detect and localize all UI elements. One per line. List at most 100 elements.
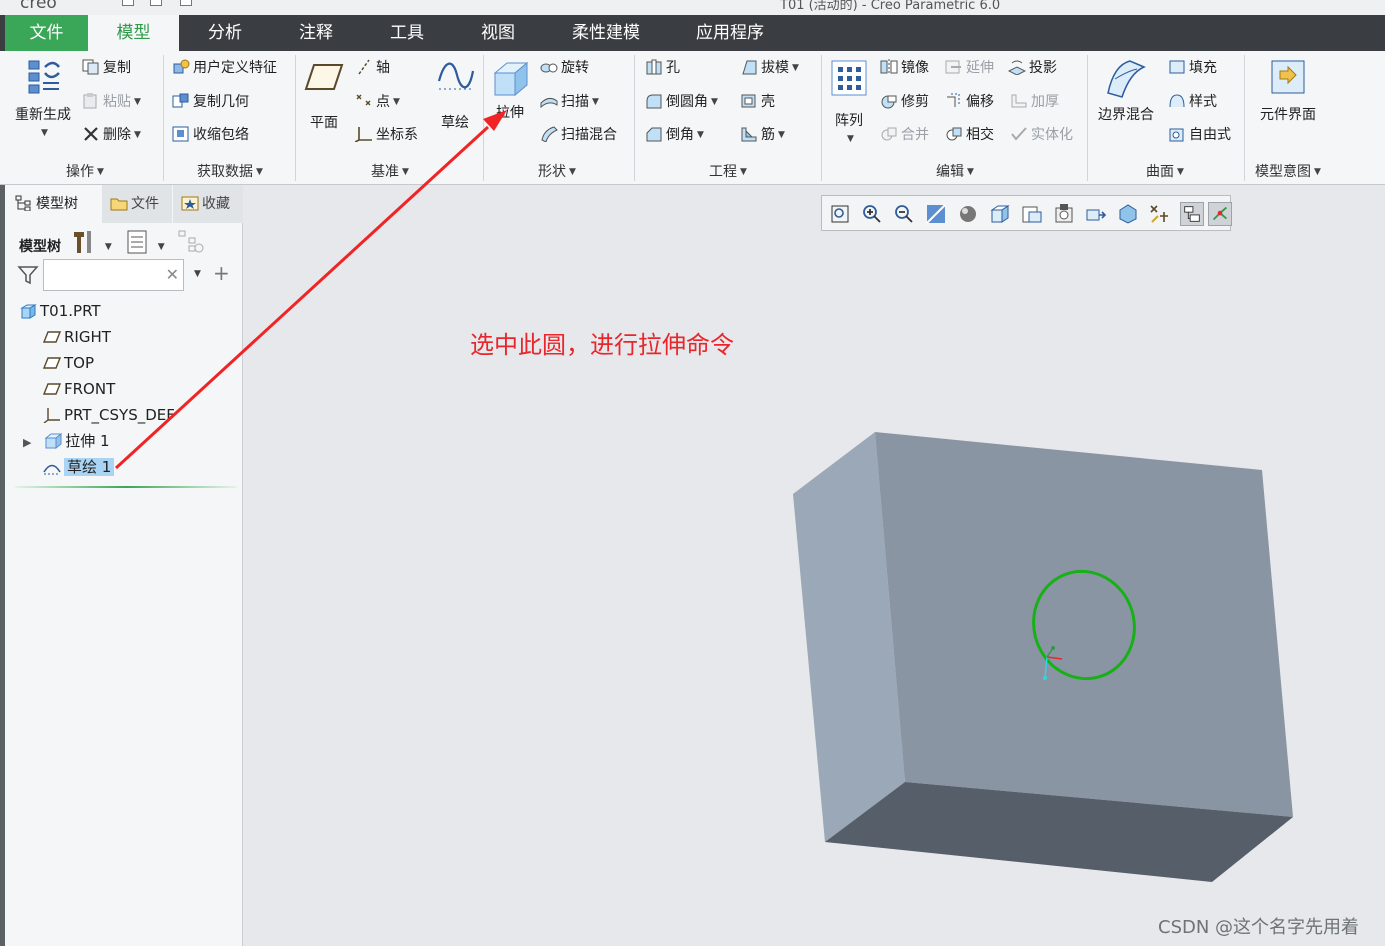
paste-button[interactable]: 粘贴 ▼ <box>82 93 141 111</box>
settings-tools-icon[interactable] <box>71 229 97 255</box>
group-operations[interactable]: 操作 ▼ <box>40 161 130 181</box>
revolve-button[interactable]: 旋转 <box>540 59 589 77</box>
clear-search-icon[interactable]: ✕ <box>166 265 179 284</box>
tab-tools[interactable]: 工具 <box>372 15 442 51</box>
rib-button[interactable]: 筋 ▼ <box>740 126 785 144</box>
tree-filter-icon[interactable] <box>177 229 205 255</box>
pattern-button[interactable]: 阵列 ▼ <box>828 59 870 148</box>
shrinkwrap-label: 收缩包络 <box>193 127 249 143</box>
revolve-icon <box>540 63 558 73</box>
sweep-button[interactable]: 扫描 ▼ <box>540 93 599 111</box>
fill-button[interactable]: 填充 <box>1168 59 1217 77</box>
new-file-icon[interactable] <box>122 0 134 6</box>
group-model-intent[interactable]: 模型意图 ▼ <box>1246 161 1330 181</box>
round-icon <box>646 94 662 109</box>
regenerate-dropdown-icon[interactable]: ▼ <box>13 124 76 142</box>
pattern-dropdown-icon[interactable]: ▼ <box>831 130 870 148</box>
trim-icon <box>881 95 897 109</box>
tab-annotate[interactable]: 注释 <box>281 15 351 51</box>
solidify-label: 实体化 <box>1031 127 1073 143</box>
boundary-blend-button[interactable]: 边界混合 <box>1093 57 1159 124</box>
tree-item-part[interactable]: T01.PRT <box>19 300 101 322</box>
regenerate-button[interactable]: 重新生成 ▼ <box>10 57 76 142</box>
tab-model[interactable]: 模型 <box>88 15 179 51</box>
tree-item-top-plane[interactable]: TOP <box>43 352 94 374</box>
group-get-data[interactable]: 获取数据 ▼ <box>180 161 280 181</box>
shell-button[interactable]: 壳 <box>740 93 775 111</box>
add-filter-icon[interactable]: + <box>213 261 230 285</box>
csys-button[interactable]: 坐标系 <box>355 126 418 144</box>
group-editing[interactable]: 编辑 ▼ <box>910 161 1000 181</box>
shrinkwrap-button[interactable]: 收缩包络 <box>172 126 249 144</box>
show-dropdown-icon[interactable]: ▼ <box>158 242 165 252</box>
tree-item-sketch[interactable]: 草绘 1 <box>43 456 115 478</box>
extend-icon <box>945 60 961 74</box>
point-button[interactable]: 点 ▼ <box>355 93 400 111</box>
shell-label: 壳 <box>761 94 775 110</box>
tab-view[interactable]: 视图 <box>463 15 533 51</box>
mirror-button[interactable]: 镜像 <box>880 59 929 77</box>
project-button[interactable]: 投影 <box>1008 59 1057 77</box>
tab-favorites[interactable]: 收藏 <box>173 185 243 223</box>
tree-item-csys[interactable]: PRT_CSYS_DEF <box>43 404 175 426</box>
tab-analysis[interactable]: 分析 <box>190 15 260 51</box>
group-engineering[interactable]: 工程 ▼ <box>683 161 773 181</box>
model-tree-search-box[interactable]: ✕ <box>43 259 184 291</box>
settings-dropdown-icon[interactable]: ▼ <box>105 242 112 252</box>
intersect-icon <box>946 127 962 141</box>
tab-file[interactable]: 文件 <box>5 15 88 51</box>
group-datum[interactable]: 基准 ▼ <box>345 161 435 181</box>
intersect-button[interactable]: 相交 <box>945 126 994 144</box>
udf-label: 用户定义特征 <box>193 60 277 76</box>
tab-applications[interactable]: 应用程序 <box>684 15 776 51</box>
group-surfaces[interactable]: 曲面 ▼ <box>1120 161 1210 181</box>
udf-button[interactable]: 用户定义特征 <box>172 59 277 77</box>
expand-arrow-icon[interactable]: ▶ <box>23 436 31 449</box>
copy-button[interactable]: 复制 <box>82 59 131 77</box>
plane-button[interactable]: 平面 <box>302 59 346 132</box>
tab-model-tree[interactable]: 模型树 <box>5 185 101 223</box>
trim-button[interactable]: 修剪 <box>880 93 929 111</box>
thicken-button[interactable]: 加厚 <box>1010 93 1059 111</box>
draft-button[interactable]: 拔模 ▼ <box>740 59 799 77</box>
round-button[interactable]: 倒圆角 ▼ <box>645 93 718 111</box>
extend-button[interactable]: 延伸 <box>945 59 994 77</box>
tree-item-right-plane[interactable]: RIGHT <box>43 326 111 348</box>
extrude-button[interactable]: 拉伸 <box>488 57 532 122</box>
chamfer-button[interactable]: 倒角 ▼ <box>645 126 704 144</box>
sketch-button[interactable]: 草绘 <box>432 59 478 132</box>
chamfer-label: 倒角 <box>666 127 694 143</box>
model-tree-title: 模型树 <box>19 239 61 255</box>
app-window: creo T01 (活动的) - Creo Parametric 6.0 文件 … <box>0 0 1385 946</box>
tab-flexible-modeling[interactable]: 柔性建模 <box>560 15 652 51</box>
csys-icon <box>43 408 60 423</box>
hole-button[interactable]: 孔 <box>645 59 680 77</box>
save-icon[interactable] <box>180 0 192 6</box>
axis-button[interactable]: 轴 <box>355 59 390 77</box>
ribbon-separator <box>1244 55 1245 181</box>
delete-button[interactable]: 删除 ▼ <box>82 126 141 144</box>
solidify-button[interactable]: 实体化 <box>1010 126 1073 144</box>
offset-button[interactable]: 偏移 <box>945 93 994 111</box>
search-options-dropdown-icon[interactable]: ▼ <box>194 269 201 279</box>
component-interface-button[interactable]: 元件界面 <box>1252 57 1324 124</box>
box-front-face[interactable] <box>875 432 1293 817</box>
tab-folder-browser[interactable]: 文件 <box>102 185 172 223</box>
trim-label: 修剪 <box>901 94 929 110</box>
copy-geometry-button[interactable]: 复制几何 <box>172 93 249 111</box>
sketch-icon <box>437 62 475 90</box>
merge-button[interactable]: 合并 <box>880 126 929 144</box>
show-list-icon[interactable] <box>126 229 150 255</box>
swept-blend-button[interactable]: 扫描混合 <box>540 126 617 144</box>
model-tree-search-input[interactable] <box>44 260 164 290</box>
freestyle-button[interactable]: 自由式 <box>1168 126 1231 144</box>
boundary-blend-icon <box>1107 60 1146 98</box>
style-button[interactable]: 样式 <box>1168 93 1217 111</box>
group-shapes[interactable]: 形状 ▼ <box>512 161 602 181</box>
tree-item-front-plane[interactable]: FRONT <box>43 378 115 400</box>
filter-funnel-icon[interactable] <box>17 264 39 286</box>
tree-item-extrude[interactable]: ▶ 拉伸 1 <box>23 430 110 452</box>
graphics-window[interactable]: 选中此圆，进行拉伸命令 CSDN @这个名字先用着 <box>244 185 1385 946</box>
copy-geometry-label: 复制几何 <box>193 94 249 110</box>
open-file-icon[interactable] <box>150 0 162 6</box>
